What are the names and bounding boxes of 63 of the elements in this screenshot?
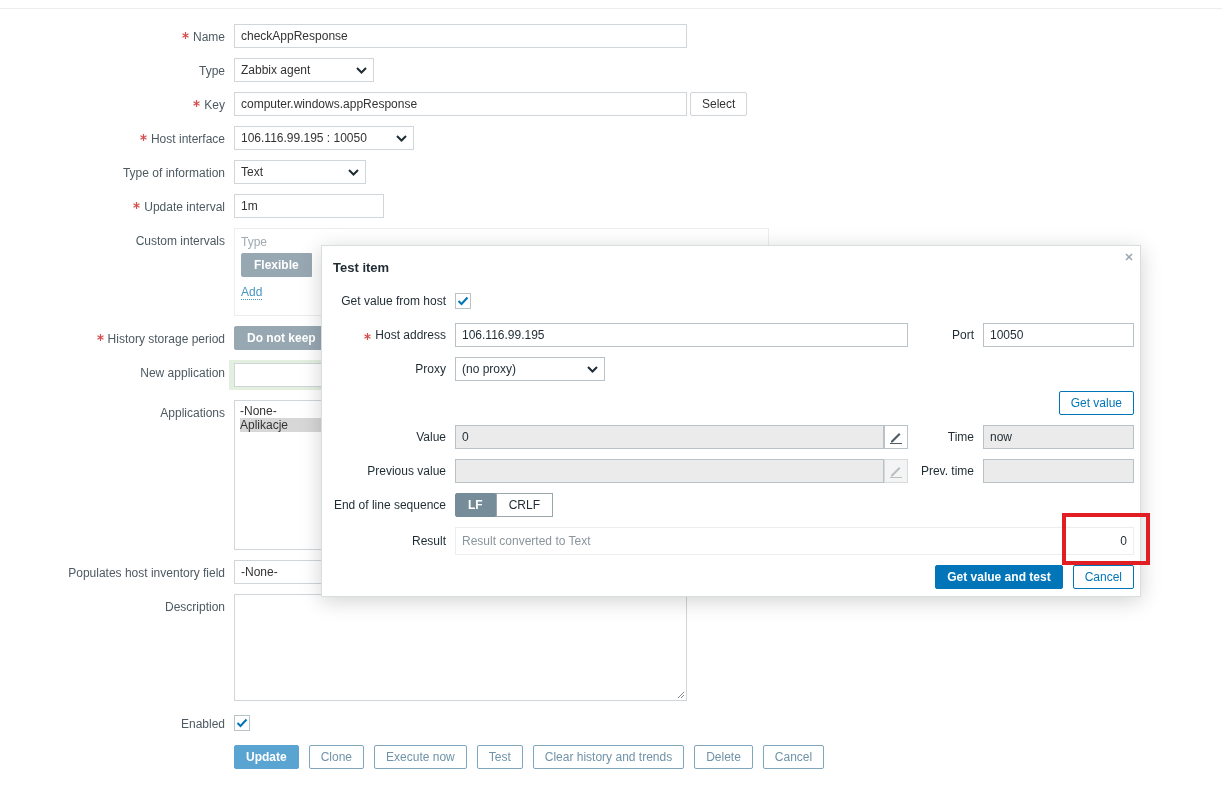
result-value: 0 xyxy=(1120,534,1127,548)
port-field[interactable]: 10050 xyxy=(983,323,1134,347)
close-icon[interactable] xyxy=(1125,253,1133,261)
caret-icon xyxy=(348,168,359,176)
caret-icon xyxy=(356,66,367,74)
pencil-icon xyxy=(889,464,903,478)
form-button[interactable]: Clear history and trends xyxy=(532,745,685,769)
field-label: Prev. time xyxy=(920,464,974,478)
column-header: Type xyxy=(241,235,268,249)
proxy-select[interactable]: (no proxy) xyxy=(455,357,605,381)
field-label: New application xyxy=(140,366,225,380)
field-label: Custom intervals xyxy=(135,234,225,248)
field-label: Key xyxy=(204,98,225,112)
edit-button[interactable] xyxy=(884,425,908,449)
field-label: Type of information xyxy=(122,166,225,180)
dialog-title: Test item xyxy=(333,260,390,275)
checkbox[interactable] xyxy=(455,293,471,309)
form-button[interactable]: Clone xyxy=(308,745,365,769)
add-link[interactable]: Add xyxy=(241,285,263,300)
resize-grip-icon[interactable] xyxy=(677,691,685,699)
field-label: Port xyxy=(952,328,974,342)
field-label: Get value from host xyxy=(341,294,446,308)
caret-icon xyxy=(396,134,407,142)
result-hint: Result converted to Text xyxy=(462,534,591,548)
field-label: Time xyxy=(947,430,974,444)
get-value-button[interactable]: Get value xyxy=(1058,391,1134,415)
field-label: Previous value xyxy=(367,464,446,478)
field-label: Update interval xyxy=(144,200,225,214)
dialog-button[interactable]: Get value and test xyxy=(935,565,1063,589)
field-label: Enabled xyxy=(180,717,225,731)
field-label: Type xyxy=(199,64,225,78)
time-field: now xyxy=(983,425,1134,449)
name-field[interactable]: checkAppResponse xyxy=(234,24,687,48)
pencil-icon xyxy=(889,430,903,444)
value-field: 0 xyxy=(455,425,884,449)
field-label: Host interface xyxy=(150,132,225,146)
checkbox[interactable] xyxy=(234,715,250,731)
form-button[interactable]: Delete xyxy=(694,745,753,769)
host-interface-select[interactable]: 106.116.99.195 : 10050 xyxy=(234,126,414,150)
form-button[interactable]: Execute now xyxy=(374,745,467,769)
segment-option[interactable]: LF xyxy=(455,493,496,517)
field-label: Host address xyxy=(375,328,446,342)
field-label: History storage period xyxy=(107,332,225,346)
form-button[interactable]: Update xyxy=(234,745,299,769)
field-label: Populates host inventory field xyxy=(68,566,225,580)
update-interval-field[interactable]: 1m xyxy=(234,194,384,218)
host-address-field[interactable]: 106.116.99.195 xyxy=(455,323,908,347)
segment-option[interactable]: CRLF xyxy=(495,493,553,517)
field-label: Description xyxy=(164,600,225,614)
dialog-button[interactable]: Cancel xyxy=(1072,565,1134,589)
select-button[interactable]: Select xyxy=(690,92,748,116)
type-select[interactable]: Zabbix agent xyxy=(234,58,374,82)
caret-icon xyxy=(587,365,598,373)
field-label: Applications xyxy=(160,406,225,420)
key-field[interactable]: computer.windows.appResponse xyxy=(234,92,687,116)
field-label: Result xyxy=(412,534,446,548)
field-label: End of line sequence xyxy=(333,498,446,512)
field-label: Proxy xyxy=(415,362,446,376)
form-button[interactable]: Test xyxy=(476,745,523,769)
field-label: Value xyxy=(416,430,446,444)
information-type-select[interactable]: Text xyxy=(234,160,366,184)
field-label: Name xyxy=(193,30,225,44)
form-button[interactable]: Cancel xyxy=(762,745,825,769)
